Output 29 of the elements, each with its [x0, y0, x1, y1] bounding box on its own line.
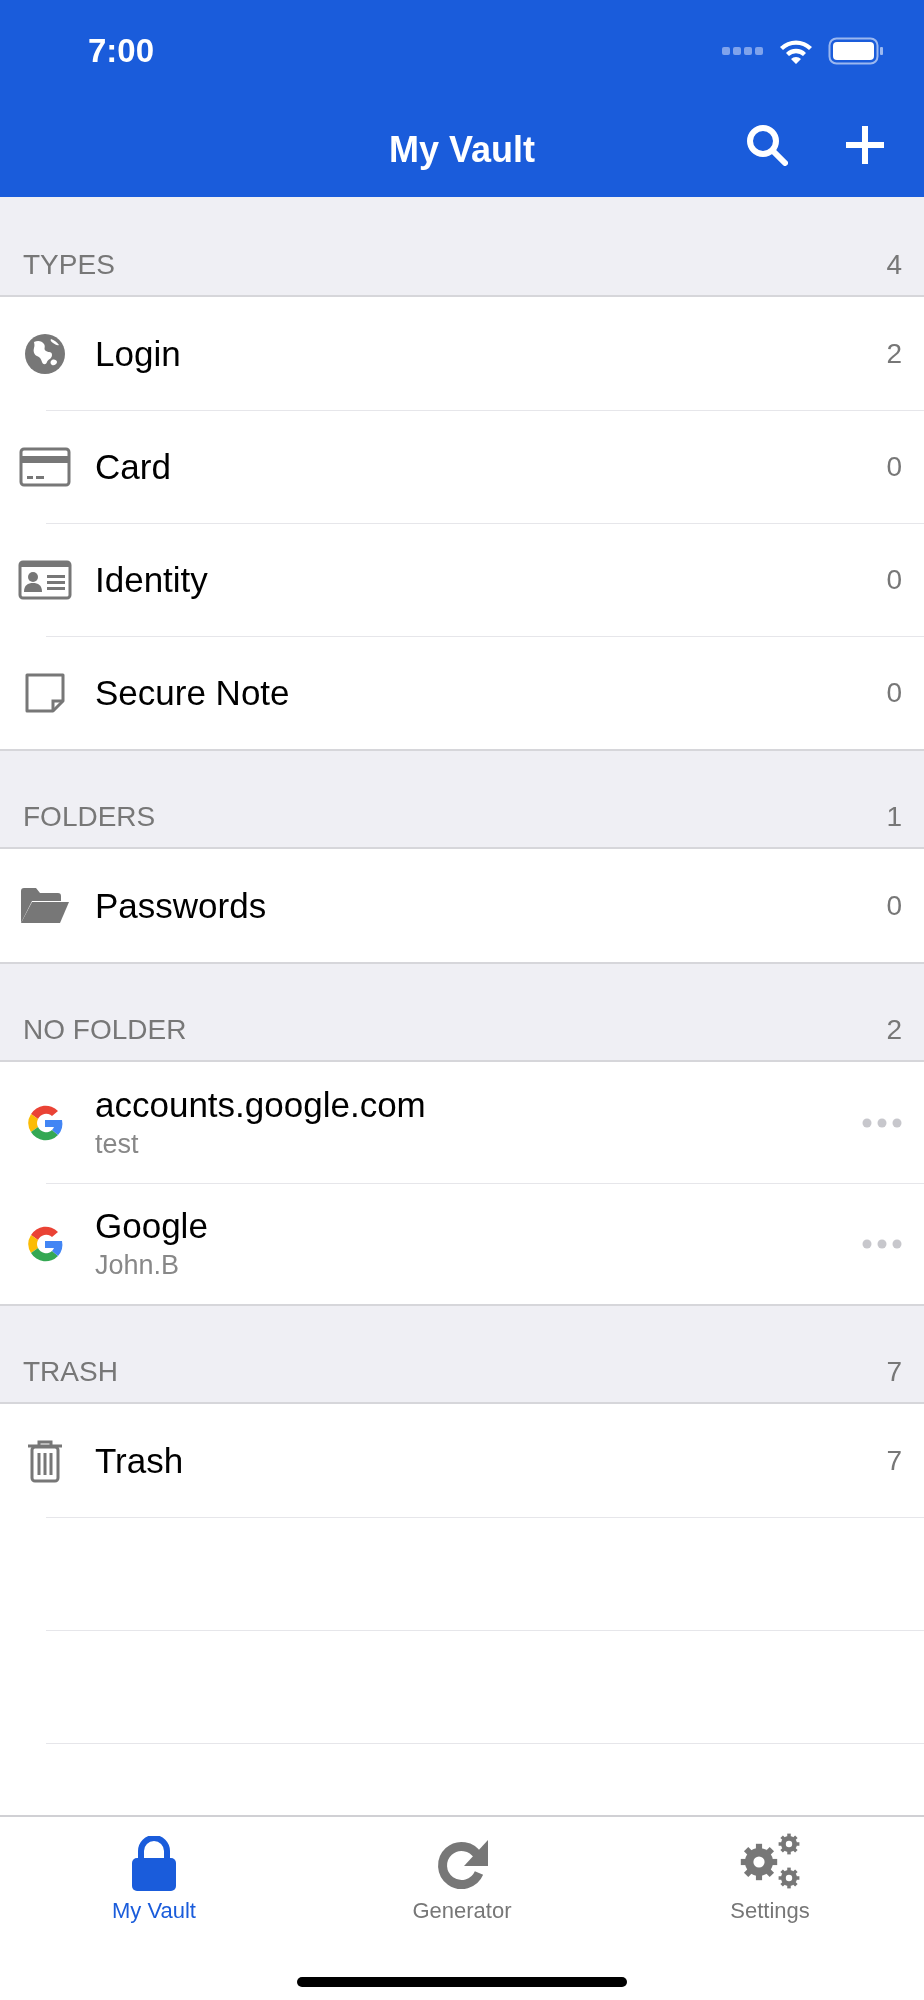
- item-count: 0: [886, 450, 902, 483]
- section-header: FOLDERS: [23, 801, 157, 833]
- item-count: 2: [886, 337, 902, 370]
- item-label: Login: [95, 333, 182, 374]
- item-label: Identity: [95, 559, 209, 600]
- tab[interactable]: Settings: [616, 1817, 924, 1932]
- status-time: 7:00: [88, 32, 156, 70]
- item-count: 0: [886, 563, 902, 596]
- item-username: John.B: [95, 1250, 181, 1281]
- item-label: Card: [95, 446, 172, 487]
- tab[interactable]: My Vault: [0, 1817, 308, 1932]
- tab[interactable]: Generator: [308, 1817, 616, 1932]
- section-count: 1: [886, 801, 902, 833]
- section-header: TRASH: [23, 1356, 119, 1388]
- item-count: 0: [886, 889, 902, 922]
- item-count: 7: [886, 1444, 902, 1477]
- section-count: 7: [886, 1356, 902, 1388]
- section-header: TYPES: [23, 249, 116, 281]
- item-username: test: [95, 1129, 140, 1160]
- item-label: Secure Note: [95, 672, 291, 713]
- screen-title: My Vault: [388, 128, 535, 171]
- section-count: 2: [886, 1014, 902, 1046]
- item-label: Trash: [95, 1440, 185, 1481]
- section-count: 4: [886, 249, 902, 281]
- item-count: 0: [886, 676, 902, 709]
- section-header: NO FOLDER: [23, 1014, 188, 1046]
- item-label: Passwords: [95, 885, 268, 926]
- item-label: Google: [95, 1206, 209, 1246]
- item-label: accounts.google.com: [95, 1085, 427, 1125]
